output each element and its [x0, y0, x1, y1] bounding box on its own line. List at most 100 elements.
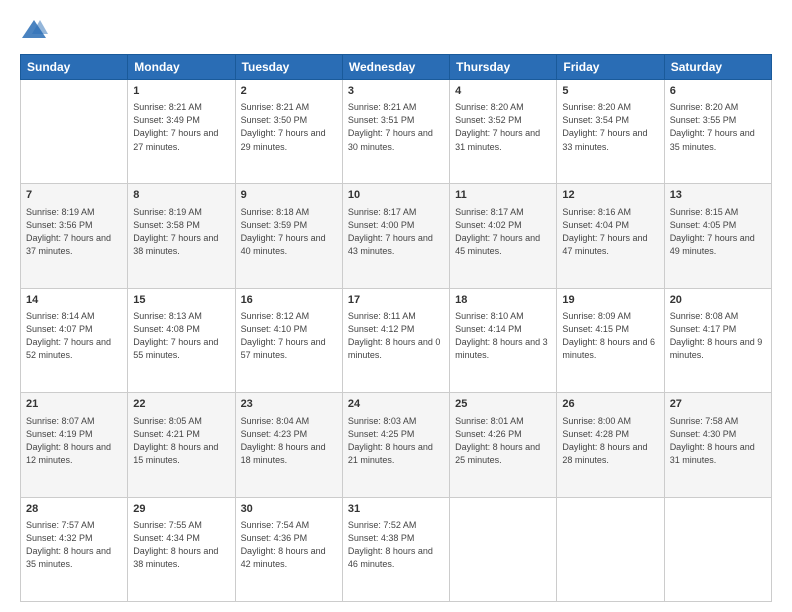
day-detail: Sunrise: 7:54 AMSunset: 4:36 PMDaylight:… [241, 519, 337, 571]
calendar-cell: 2 Sunrise: 8:21 AMSunset: 3:50 PMDaylight… [235, 80, 342, 184]
day-number: 3 [348, 84, 444, 99]
day-detail: Sunrise: 8:15 AMSunset: 4:05 PMDaylight:… [670, 206, 766, 258]
day-number: 1 [133, 84, 229, 99]
calendar-cell: 7 Sunrise: 8:19 AMSunset: 3:56 PMDaylight… [21, 184, 128, 288]
day-number: 27 [670, 397, 766, 412]
weekday-header-sunday: Sunday [21, 55, 128, 80]
calendar-cell: 18 Sunrise: 8:10 AMSunset: 4:14 PMDayligh… [450, 288, 557, 392]
calendar-week-row: 7 Sunrise: 8:19 AMSunset: 3:56 PMDaylight… [21, 184, 772, 288]
calendar-cell [450, 497, 557, 601]
calendar-cell: 29 Sunrise: 7:55 AMSunset: 4:34 PMDayligh… [128, 497, 235, 601]
calendar-cell: 12 Sunrise: 8:16 AMSunset: 4:04 PMDayligh… [557, 184, 664, 288]
calendar-cell [557, 497, 664, 601]
day-detail: Sunrise: 8:21 AMSunset: 3:50 PMDaylight:… [241, 101, 337, 153]
calendar-cell: 8 Sunrise: 8:19 AMSunset: 3:58 PMDaylight… [128, 184, 235, 288]
day-number: 22 [133, 397, 229, 412]
calendar-table: SundayMondayTuesdayWednesdayThursdayFrid… [20, 54, 772, 602]
day-detail: Sunrise: 8:03 AMSunset: 4:25 PMDaylight:… [348, 415, 444, 467]
day-number: 21 [26, 397, 122, 412]
weekday-header-friday: Friday [557, 55, 664, 80]
calendar-cell: 6 Sunrise: 8:20 AMSunset: 3:55 PMDaylight… [664, 80, 771, 184]
day-number: 9 [241, 188, 337, 203]
day-detail: Sunrise: 8:08 AMSunset: 4:17 PMDaylight:… [670, 310, 766, 362]
day-detail: Sunrise: 8:11 AMSunset: 4:12 PMDaylight:… [348, 310, 444, 362]
day-detail: Sunrise: 8:19 AMSunset: 3:58 PMDaylight:… [133, 206, 229, 258]
day-detail: Sunrise: 8:10 AMSunset: 4:14 PMDaylight:… [455, 310, 551, 362]
day-detail: Sunrise: 8:21 AMSunset: 3:51 PMDaylight:… [348, 101, 444, 153]
weekday-header-tuesday: Tuesday [235, 55, 342, 80]
day-number: 15 [133, 293, 229, 308]
day-detail: Sunrise: 7:57 AMSunset: 4:32 PMDaylight:… [26, 519, 122, 571]
calendar-cell: 5Sunrise: 8:20 AMSunset: 3:54 PMDaylight… [557, 80, 664, 184]
day-number: 11 [455, 188, 551, 203]
calendar-cell: 14 Sunrise: 8:14 AMSunset: 4:07 PMDayligh… [21, 288, 128, 392]
day-number: 6 [670, 84, 766, 99]
logo-icon [20, 16, 48, 44]
calendar-cell: 3 Sunrise: 8:21 AMSunset: 3:51 PMDaylight… [342, 80, 449, 184]
day-detail: Sunrise: 7:55 AMSunset: 4:34 PMDaylight:… [133, 519, 229, 571]
day-number: 8 [133, 188, 229, 203]
calendar-cell: 20 Sunrise: 8:08 AMSunset: 4:17 PMDayligh… [664, 288, 771, 392]
calendar-cell: 9 Sunrise: 8:18 AMSunset: 3:59 PMDaylight… [235, 184, 342, 288]
calendar-cell: 13Sunrise: 8:15 AMSunset: 4:05 PMDayligh… [664, 184, 771, 288]
page: SundayMondayTuesdayWednesdayThursdayFrid… [0, 0, 792, 612]
header [20, 16, 772, 44]
calendar-cell: 30Sunrise: 7:54 AMSunset: 4:36 PMDayligh… [235, 497, 342, 601]
calendar-cell: 19 Sunrise: 8:09 AMSunset: 4:15 PMDayligh… [557, 288, 664, 392]
calendar-cell: 23Sunrise: 8:04 AMSunset: 4:23 PMDayligh… [235, 393, 342, 497]
calendar-cell: 4 Sunrise: 8:20 AMSunset: 3:52 PMDaylight… [450, 80, 557, 184]
calendar-week-row: 21 Sunrise: 8:07 AMSunset: 4:19 PMDayligh… [21, 393, 772, 497]
day-number: 23 [241, 397, 337, 412]
calendar-cell: 1 Sunrise: 8:21 AMSunset: 3:49 PMDaylight… [128, 80, 235, 184]
day-number: 20 [670, 293, 766, 308]
day-number: 10 [348, 188, 444, 203]
calendar-cell [664, 497, 771, 601]
day-number: 4 [455, 84, 551, 99]
day-detail: Sunrise: 8:05 AMSunset: 4:21 PMDaylight:… [133, 415, 229, 467]
day-number: 16 [241, 293, 337, 308]
day-detail: Sunrise: 8:16 AMSunset: 4:04 PMDaylight:… [562, 206, 658, 258]
day-number: 29 [133, 502, 229, 517]
calendar-cell: 24 Sunrise: 8:03 AMSunset: 4:25 PMDayligh… [342, 393, 449, 497]
day-detail: Sunrise: 8:18 AMSunset: 3:59 PMDaylight:… [241, 206, 337, 258]
weekday-header-thursday: Thursday [450, 55, 557, 80]
day-number: 25 [455, 397, 551, 412]
calendar-week-row: 14 Sunrise: 8:14 AMSunset: 4:07 PMDayligh… [21, 288, 772, 392]
day-detail: Sunrise: 8:12 AMSunset: 4:10 PMDaylight:… [241, 310, 337, 362]
calendar-cell: 21 Sunrise: 8:07 AMSunset: 4:19 PMDayligh… [21, 393, 128, 497]
day-detail: Sunrise: 8:13 AMSunset: 4:08 PMDaylight:… [133, 310, 229, 362]
day-number: 17 [348, 293, 444, 308]
calendar-week-row: 1 Sunrise: 8:21 AMSunset: 3:49 PMDaylight… [21, 80, 772, 184]
day-number: 12 [562, 188, 658, 203]
day-number: 31 [348, 502, 444, 517]
calendar-cell: 16 Sunrise: 8:12 AMSunset: 4:10 PMDayligh… [235, 288, 342, 392]
calendar-cell [21, 80, 128, 184]
weekday-header-row: SundayMondayTuesdayWednesdayThursdayFrid… [21, 55, 772, 80]
day-detail: Sunrise: 8:20 AMSunset: 3:52 PMDaylight:… [455, 101, 551, 153]
day-detail: Sunrise: 8:20 AMSunset: 3:54 PMDaylight:… [562, 101, 658, 153]
day-detail: Sunrise: 8:07 AMSunset: 4:19 PMDaylight:… [26, 415, 122, 467]
day-detail: Sunrise: 8:19 AMSunset: 3:56 PMDaylight:… [26, 206, 122, 258]
day-number: 19 [562, 293, 658, 308]
day-number: 7 [26, 188, 122, 203]
logo [20, 16, 52, 44]
day-detail: Sunrise: 8:09 AMSunset: 4:15 PMDaylight:… [562, 310, 658, 362]
day-detail: Sunrise: 8:20 AMSunset: 3:55 PMDaylight:… [670, 101, 766, 153]
day-number: 18 [455, 293, 551, 308]
day-detail: Sunrise: 8:14 AMSunset: 4:07 PMDaylight:… [26, 310, 122, 362]
calendar-cell: 28 Sunrise: 7:57 AMSunset: 4:32 PMDayligh… [21, 497, 128, 601]
day-number: 2 [241, 84, 337, 99]
day-detail: Sunrise: 8:17 AMSunset: 4:02 PMDaylight:… [455, 206, 551, 258]
day-detail: Sunrise: 8:21 AMSunset: 3:49 PMDaylight:… [133, 101, 229, 153]
calendar-cell: 11 Sunrise: 8:17 AMSunset: 4:02 PMDayligh… [450, 184, 557, 288]
calendar-cell: 17 Sunrise: 8:11 AMSunset: 4:12 PMDayligh… [342, 288, 449, 392]
day-number: 14 [26, 293, 122, 308]
day-number: 26 [562, 397, 658, 412]
day-detail: Sunrise: 8:17 AMSunset: 4:00 PMDaylight:… [348, 206, 444, 258]
day-detail: Sunrise: 7:58 AMSunset: 4:30 PMDaylight:… [670, 415, 766, 467]
day-number: 28 [26, 502, 122, 517]
weekday-header-wednesday: Wednesday [342, 55, 449, 80]
calendar-cell: 26Sunrise: 8:00 AMSunset: 4:28 PMDayligh… [557, 393, 664, 497]
day-number: 24 [348, 397, 444, 412]
calendar-cell: 25Sunrise: 8:01 AMSunset: 4:26 PMDayligh… [450, 393, 557, 497]
